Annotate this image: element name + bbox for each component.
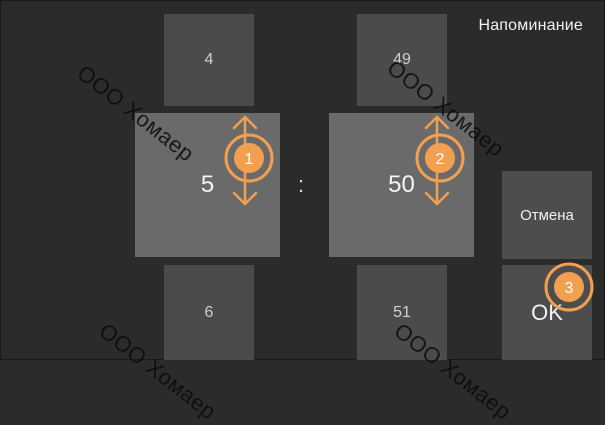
cancel-button[interactable]: Отмена [502,171,592,259]
minute-current-label: 50 [388,171,415,198]
time-separator: : [298,172,305,197]
hour-current-label: 5 [200,171,215,198]
ok-button[interactable]: OK [502,265,592,360]
hour-current-value[interactable]: 5 [135,113,280,257]
minute-next-value[interactable]: 51 [357,265,447,360]
page-title: Напоминание [478,17,583,34]
minute-previous-value[interactable]: 49 [357,14,447,106]
hour-previous-value[interactable]: 4 [164,14,254,106]
hour-next-value[interactable]: 6 [164,265,254,360]
minute-current-value[interactable]: 50 [329,113,474,257]
